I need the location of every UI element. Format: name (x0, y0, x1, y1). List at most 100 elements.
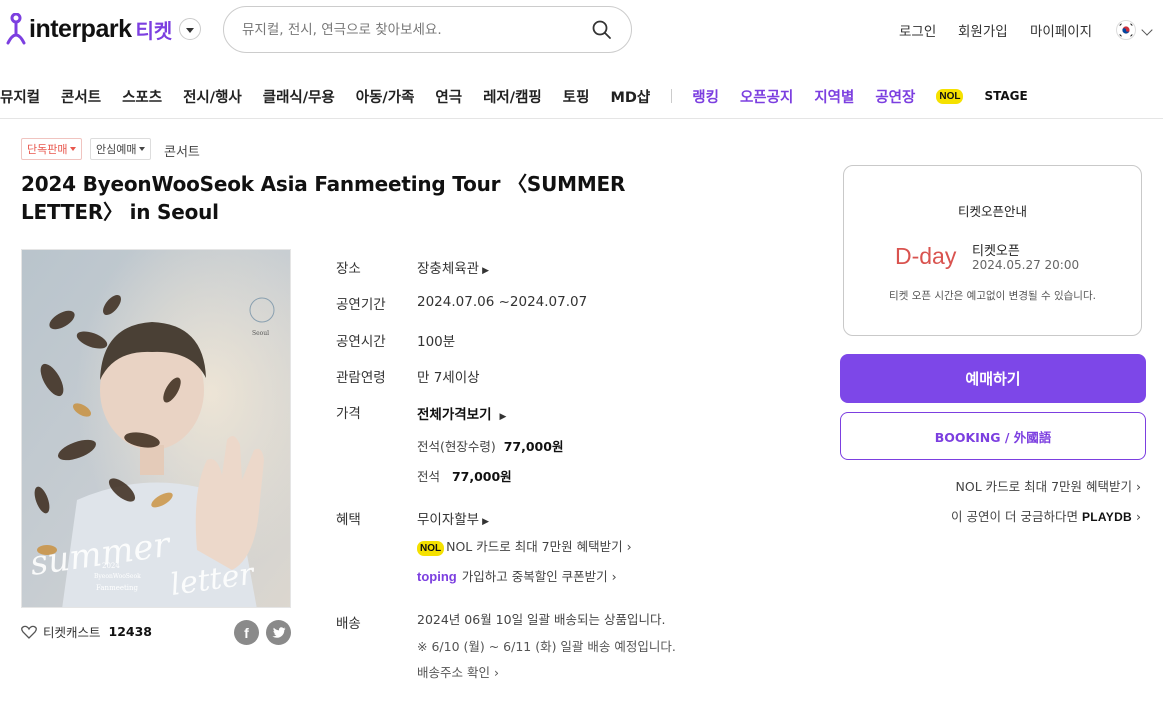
nav-item-venue[interactable]: 공연장 (875, 86, 915, 107)
poster-line3: Fanmeeting (96, 584, 139, 592)
nav-item-musical[interactable]: 뮤지컬 (0, 86, 40, 107)
dday-label: D-day (895, 243, 957, 269)
benefit3-text: 가입하고 중복할인 쿠폰받기 (461, 569, 608, 584)
price1-name: 전석(현장수령) (417, 439, 496, 454)
price-row-2: 전석 77,000원 (417, 466, 512, 485)
ticketcast[interactable]: 티켓캐스트 12438 (21, 622, 152, 641)
twitter-icon (271, 626, 285, 638)
delivery-text-1: 2024년 06월 10일 일괄 배송되는 상품입니다. (417, 612, 666, 627)
search-bar[interactable] (223, 6, 632, 53)
booking-foreign-button[interactable]: BOOKING / 外國語 (840, 412, 1146, 460)
price1-value: 77,000원 (503, 439, 564, 454)
caret-right-icon: ▶ (482, 517, 490, 527)
playdb-link[interactable]: 이 공연이 더 궁금하다면 PLAYDB › (951, 506, 1141, 525)
facebook-icon: f (244, 624, 249, 641)
nav-item-region[interactable]: 지역별 (814, 86, 854, 107)
playdb-logo: PLAYDB (1081, 510, 1133, 524)
price2-value: 77,000원 (451, 469, 512, 484)
benefit-installment-link[interactable]: 무이자할부 ▶ (417, 508, 489, 528)
nav-item-mdshop[interactable]: MD샵 (610, 86, 650, 107)
korea-flag-icon[interactable] (1116, 20, 1136, 40)
ticket-open-label: 티켓오픈 (972, 244, 1020, 259)
ticketcast-count: 12438 (108, 624, 153, 639)
nav-item-kids[interactable]: 아동/가족 (356, 86, 415, 107)
nav-divider-line (0, 118, 1163, 119)
logo-ticket-text: 티켓 (135, 18, 173, 43)
nav-item-play[interactable]: 연극 (435, 86, 462, 107)
nol-badge: NOL (936, 88, 964, 104)
benefit-toping-link[interactable]: toping 가입하고 중복할인 쿠폰받기 › (417, 566, 617, 585)
exclusive-sale-label: 단독판매 (27, 143, 68, 156)
nav-item-classic[interactable]: 클래식/무용 (263, 86, 335, 107)
genre-label: 콘서트 (164, 145, 200, 160)
age-label: 관람연령 (336, 370, 386, 386)
delivery3-text: 배송주소 확인 (417, 665, 490, 680)
caret-right-icon: ▶ (499, 412, 507, 422)
venue-value: 장충체육관 (417, 261, 480, 277)
exclusive-sale-tag[interactable]: 단독판매 (21, 138, 83, 160)
book-button[interactable]: 예매하기 (840, 354, 1146, 403)
runtime-label: 공연시간 (336, 334, 386, 350)
nav-item-toping[interactable]: 토핑 (563, 86, 590, 107)
nav-item-nol-stage[interactable]: NOL STAGE (936, 88, 1048, 104)
nav-item-ranking[interactable]: 랭킹 (692, 86, 719, 107)
ticketcast-label: 티켓캐스트 (43, 625, 101, 640)
main-nav: 뮤지컬 콘서트 스포츠 전시/행사 클래식/무용 아동/가족 연극 레저/캠핑 … (0, 84, 1070, 108)
facebook-share-button[interactable]: f (234, 620, 259, 645)
price-all-label: 전체가격보기 (417, 407, 492, 423)
nav-item-concert[interactable]: 콘서트 (61, 86, 101, 107)
chevron-down-icon[interactable] (1141, 24, 1153, 36)
poster-image: Seoul summer letter 2024 ByeonWooSeok Fa… (21, 249, 291, 608)
chevron-down-icon (139, 147, 146, 151)
benefit-label: 혜택 (336, 512, 361, 528)
price-row-1: 전석(현장수령) 77,000원 (417, 436, 563, 455)
price2-name: 전석 (417, 469, 441, 484)
search-icon[interactable] (591, 19, 613, 41)
poster-illustration: Seoul summer letter 2024 ByeonWooSeok Fa… (22, 250, 290, 607)
period-value: 2024.07.06 ~2024.07.07 (417, 294, 588, 310)
venue-label: 장소 (336, 261, 361, 277)
chevron-down-icon (70, 147, 77, 151)
poster-city: Seoul (252, 330, 269, 337)
delivery-address-link[interactable]: 배송주소 확인 › (417, 662, 499, 681)
nav-divider (671, 89, 673, 103)
nol-card-text: NOL 카드로 최대 7만원 혜택받기 (955, 479, 1133, 494)
safe-booking-tag[interactable]: 안심예매 (90, 138, 152, 160)
price-label: 가격 (336, 406, 361, 422)
stage-label: STAGE (984, 89, 1028, 103)
caret-right-icon: ▶ (482, 266, 490, 276)
age-value: 만 7세이상 (417, 370, 480, 386)
nav-item-leisure[interactable]: 레저/캠핑 (483, 86, 542, 107)
nav-item-sports[interactable]: 스포츠 (122, 86, 162, 107)
signup-link[interactable]: 회원가입 (958, 20, 1008, 40)
playdb-lead-text: 이 공연이 더 궁금하다면 (951, 509, 1078, 524)
ticket-open-title: 티켓오픈안내 (957, 204, 1027, 219)
price-all-link[interactable]: 전체가격보기 ▶ (417, 403, 506, 423)
delivery-label: 배송 (336, 616, 361, 632)
period-label: 공연기간 (336, 297, 386, 313)
interpark-logo[interactable]: interpark 티켓 (4, 12, 202, 46)
nol-card-benefit-link[interactable]: NOL 카드로 최대 7만원 혜택받기 › (956, 476, 1142, 495)
poster-line2: ByeonWooSeok (94, 573, 141, 580)
runtime-value: 100분 (417, 334, 456, 350)
poster-line1: 2024 (102, 562, 120, 570)
benefit1-text: 무이자할부 (417, 512, 480, 528)
page-title: 2024 ByeonWooSeok Asia Fanmeeting Tour 〈… (21, 172, 626, 224)
chevron-down-icon[interactable] (179, 18, 202, 40)
safe-booking-label: 안심예매 (96, 143, 137, 156)
logo-text: interpark (29, 14, 132, 43)
delivery-text-2: ※ 6/10 (월) ~ 6/11 (화) 일괄 배송 예정입니다. (417, 639, 676, 654)
toping-logo: toping (417, 569, 457, 584)
heart-icon[interactable] (21, 625, 37, 639)
nol-badge: NOL (417, 541, 445, 556)
ticket-open-box: 티켓오픈안내 D-day 티켓오픈 2024.05.27 20:00 티켓 오픈… (843, 165, 1142, 336)
nav-item-open-notice[interactable]: 오픈공지 (740, 86, 793, 107)
nav-item-exhibition[interactable]: 전시/행사 (183, 86, 242, 107)
login-link[interactable]: 로그인 (899, 20, 936, 40)
mypage-link[interactable]: 마이페이지 (1030, 20, 1092, 40)
venue-link[interactable]: 장충체육관 ▶ (417, 257, 489, 277)
search-input[interactable] (242, 21, 591, 38)
benefit-nol-card-link[interactable]: NOL NOL 카드로 최대 7만원 혜택받기 › (417, 536, 632, 556)
twitter-share-button[interactable] (266, 620, 291, 645)
ticket-open-date: 2024.05.27 20:00 (972, 258, 1080, 272)
